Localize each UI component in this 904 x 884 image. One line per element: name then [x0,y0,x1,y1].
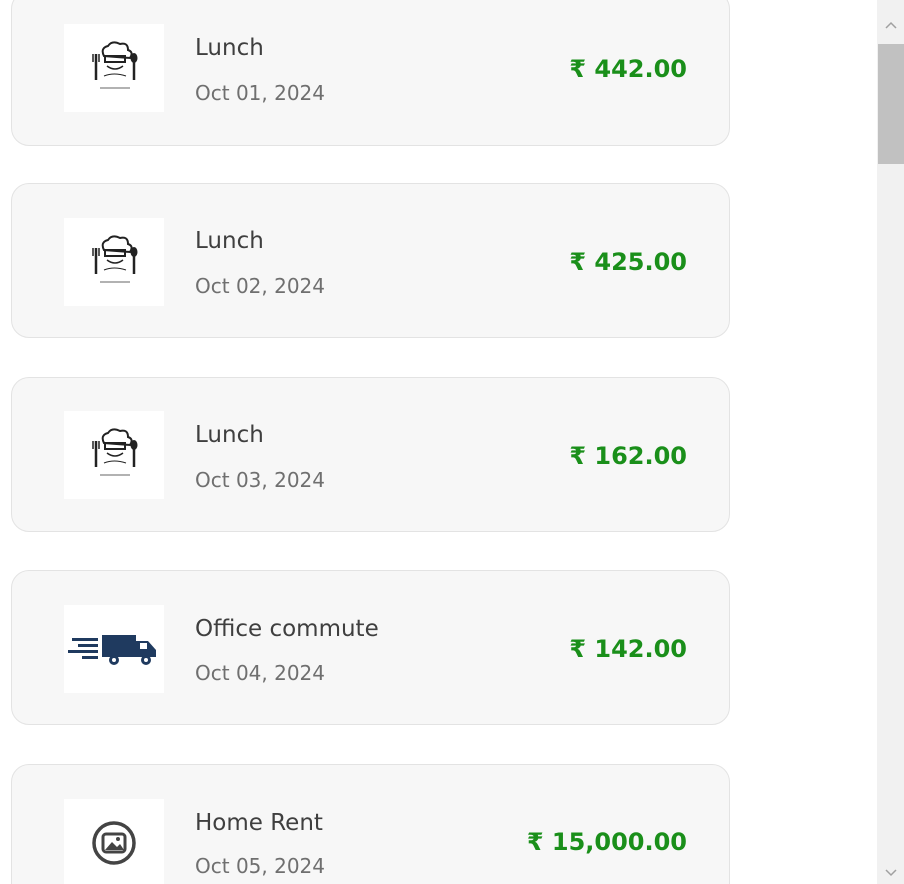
expense-thumbnail [64,605,164,693]
expense-date: Oct 02, 2024 [195,274,325,298]
vertical-scrollbar[interactable] [877,0,904,884]
expense-amount: ₹ 425.00 [569,248,687,276]
expense-list-viewport: Lunch Oct 01, 2024 ₹ 442.00 Lunch Oct 02… [0,0,904,884]
delivery-truck-icon [68,635,156,665]
expense-title: Lunch [195,228,264,254]
expense-amount: ₹ 142.00 [569,635,687,663]
expense-thumbnail [64,24,164,112]
expense-date: Oct 04, 2024 [195,661,325,685]
scroll-up-button[interactable] [877,8,904,42]
expense-card[interactable]: Office commute Oct 04, 2024 ₹ 142.00 [11,570,730,725]
expense-date: Oct 03, 2024 [195,468,325,492]
chevron-down-icon [884,869,897,877]
chef-icon [92,428,138,476]
expense-date: Oct 05, 2024 [195,854,325,878]
image-placeholder-icon [92,821,136,865]
expense-amount: ₹ 442.00 [569,55,687,83]
expense-card[interactable]: Lunch Oct 01, 2024 ₹ 442.00 [11,0,730,146]
expense-date: Oct 01, 2024 [195,81,325,105]
expense-thumbnail [64,411,164,499]
expense-thumbnail [64,218,164,306]
chevron-up-icon [884,21,897,29]
expense-title: Home Rent [195,810,323,836]
expense-card[interactable]: Home Rent Oct 05, 2024 ₹ 15,000.00 [11,764,730,884]
scrollbar-thumb[interactable] [878,44,904,164]
expense-title: Office commute [195,616,379,642]
expense-title: Lunch [195,35,264,61]
expense-card[interactable]: Lunch Oct 03, 2024 ₹ 162.00 [11,377,730,532]
expense-title: Lunch [195,422,264,448]
chef-icon [92,41,138,89]
scroll-down-button[interactable] [877,856,904,884]
expense-amount: ₹ 15,000.00 [526,828,687,856]
expense-card[interactable]: Lunch Oct 02, 2024 ₹ 425.00 [11,183,730,338]
expense-amount: ₹ 162.00 [569,442,687,470]
chef-icon [92,235,138,283]
expense-thumbnail [64,799,164,884]
